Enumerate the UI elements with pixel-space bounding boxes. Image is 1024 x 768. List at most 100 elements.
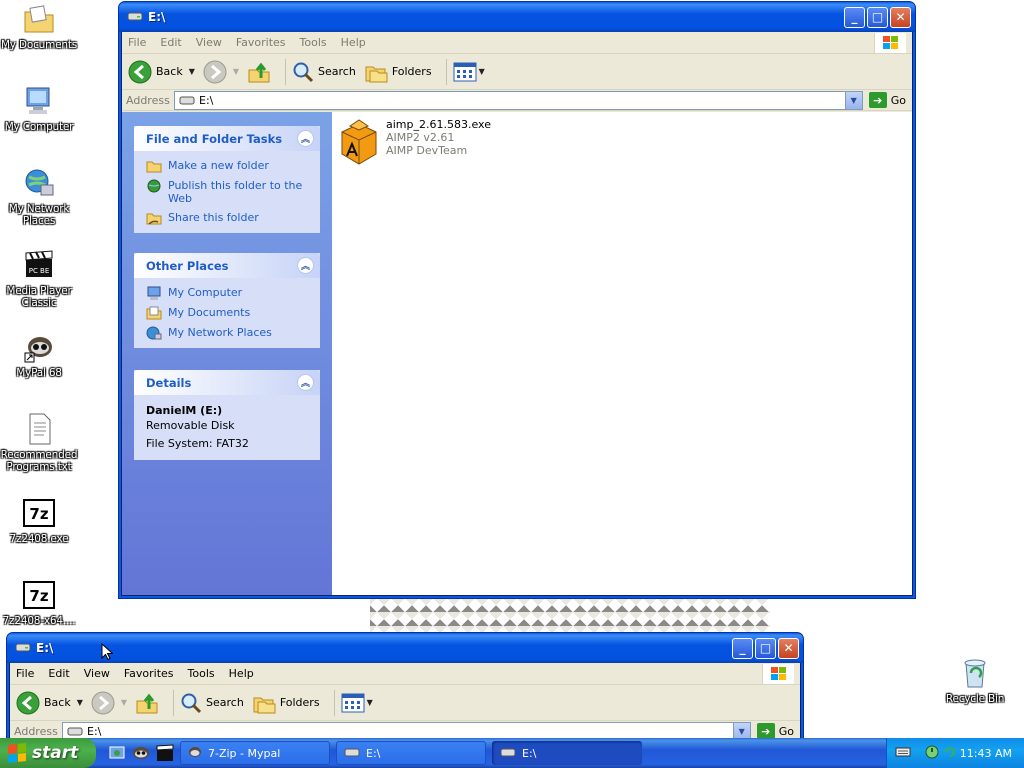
menu-tools[interactable]: Tools [300,36,327,49]
chevron-down-icon[interactable]: ▼ [77,698,83,707]
start-button[interactable]: start [0,738,96,768]
address-dropdown-button[interactable]: ▼ [732,722,750,740]
go-button[interactable]: ➔ Go [868,92,906,108]
panel-header[interactable]: File and Folder Tasks ︽ [134,126,320,151]
search-button[interactable]: Search [180,692,244,714]
close-button[interactable]: ✕ [778,637,799,659]
chevron-down-icon[interactable]: ▼ [367,698,373,707]
toolbar: Back ▼ ▼ Search Folders ▼ [122,54,912,90]
views-button[interactable]: ▼ [453,62,485,82]
task-make-new-folder[interactable]: Make a new folder [146,159,310,173]
desktop-icon-my-computer[interactable]: My Computer [0,84,78,133]
desktop-icon-recommended-programs[interactable]: Recommended Programs.txt [0,412,78,473]
menu-tools[interactable]: Tools [188,667,215,680]
svg-text:PC BE: PC BE [29,267,50,275]
title-bar[interactable]: E:\ _ □ ✕ [7,633,803,663]
menu-view[interactable]: View [196,36,222,49]
maximize-button[interactable]: □ [755,637,776,659]
forward-button[interactable]: ▼ [203,60,239,84]
views-button[interactable]: ▼ [341,693,373,713]
svg-text:7z: 7z [29,587,48,605]
screen-artifact [370,598,770,632]
chevron-down-icon[interactable]: ▼ [479,67,485,76]
desktop-icon-label: Recycle Bin [945,693,1005,705]
go-button[interactable]: ➔ Go [756,723,794,739]
details-drive-type: Removable Disk [146,419,235,432]
folders-button[interactable]: Folders [364,61,432,83]
computer-icon [22,84,56,118]
views-icon [341,693,365,712]
mouse-cursor-icon [101,642,115,664]
chevron-down-icon[interactable]: ▼ [121,698,127,707]
desktop-icon-label: Media Player Classic [6,285,72,309]
up-folder-button[interactable] [247,60,271,84]
minimize-button[interactable]: _ [732,637,753,659]
desktop-icon-7z2408-exe[interactable]: 7z 7z2408.exe [0,496,78,545]
place-my-network-places[interactable]: My Network Places [146,326,310,340]
task-share-folder[interactable]: Share this folder [146,211,310,225]
chevron-down-icon[interactable]: ▼ [189,67,195,76]
search-icon [293,62,314,82]
menu-edit[interactable]: Edit [160,36,181,49]
collapse-icon[interactable]: ︽ [297,130,314,147]
menu-favorites[interactable]: Favorites [236,36,286,49]
clock[interactable]: 11:43 AM [960,747,1012,760]
refresh-icon[interactable] [943,745,957,762]
file-name: aimp_2.61.583.exe [386,118,491,131]
show-desktop-icon[interactable] [108,744,126,762]
back-button[interactable]: Back ▼ [16,691,83,715]
search-button[interactable]: Search [292,61,356,83]
keyboard-icon[interactable] [895,746,911,761]
address-value: E:\ [87,724,102,738]
back-button[interactable]: Back ▼ [128,60,195,84]
address-input[interactable]: E:\ ▼ [174,90,863,110]
taskbar-button-explorer-1[interactable]: E:\ [336,741,486,765]
chevron-down-icon[interactable]: ▼ [233,67,239,76]
desktop-icon-recycle-bin[interactable]: Recycle Bin [936,656,1014,705]
menu-edit[interactable]: Edit [48,667,69,680]
panel-header[interactable]: Other Places ︽ [134,253,320,278]
desktop-icon-label: My Computer [4,121,74,133]
taskbar-button-explorer-2[interactable]: E:\ [492,741,642,765]
close-button[interactable]: ✕ [890,6,911,28]
folders-button[interactable]: Folders [252,692,320,714]
desktop-icon-mypal-68[interactable]: MyPal 68 [0,330,78,379]
task-publish-web[interactable]: Publish this folder to the Web [146,179,310,205]
desktop-icon-7z2408-x64[interactable]: 7z 7z2408-x64.... [0,578,78,627]
recycle-bin-icon [958,656,992,690]
globe-icon [147,179,161,193]
file-list-pane[interactable]: aimp_2.61.583.exe AIMP2 v2.61 AIMP DevTe… [332,112,912,595]
menu-help[interactable]: Help [341,36,366,49]
file-company: AIMP DevTeam [386,144,468,157]
menu-favorites[interactable]: Favorites [124,667,174,680]
toolbar: Back ▼ ▼ Search Folders ▼ [10,685,800,721]
menu-file[interactable]: File [16,667,34,680]
up-folder-icon [136,693,158,713]
place-my-computer[interactable]: My Computer [146,286,310,300]
maximize-button[interactable]: □ [867,6,888,28]
menu-bar: File Edit View Favorites Tools Help [10,663,800,685]
menu-file[interactable]: File [128,36,146,49]
desktop-icon-my-network-places[interactable]: My Network Places [0,166,78,227]
media-player-quicklaunch-icon[interactable] [156,744,174,762]
desktop-icon-media-player-classic[interactable]: PC BE Media Player Classic [0,248,78,309]
panel-header[interactable]: Details ︽ [134,370,320,395]
menu-bar: File Edit View Favorites Tools Help [122,32,912,54]
file-item[interactable]: aimp_2.61.583.exe AIMP2 v2.61 AIMP DevTe… [338,118,491,166]
mypal-quicklaunch-icon[interactable] [132,744,150,762]
menu-view[interactable]: View [84,667,110,680]
menu-help[interactable]: Help [229,667,254,680]
title-bar[interactable]: E:\ _ □ ✕ [119,2,915,32]
collapse-icon[interactable]: ︽ [297,374,314,391]
minimize-button[interactable]: _ [844,6,865,28]
up-folder-button[interactable] [135,691,159,715]
power-icon[interactable] [925,745,939,762]
taskbar-button-mypal[interactable]: 7-Zip - Mypal [180,741,330,765]
forward-button[interactable]: ▼ [91,691,127,715]
other-places-panel: Other Places ︽ My Computer My Documents … [134,253,320,348]
explorer-window-main[interactable]: E:\ _ □ ✕ File Edit View Favorites Tools… [118,1,916,599]
collapse-icon[interactable]: ︽ [297,257,314,274]
desktop-icon-my-documents[interactable]: My Documents [0,2,78,51]
address-dropdown-button[interactable]: ▼ [844,91,862,109]
place-my-documents[interactable]: My Documents [146,306,310,320]
